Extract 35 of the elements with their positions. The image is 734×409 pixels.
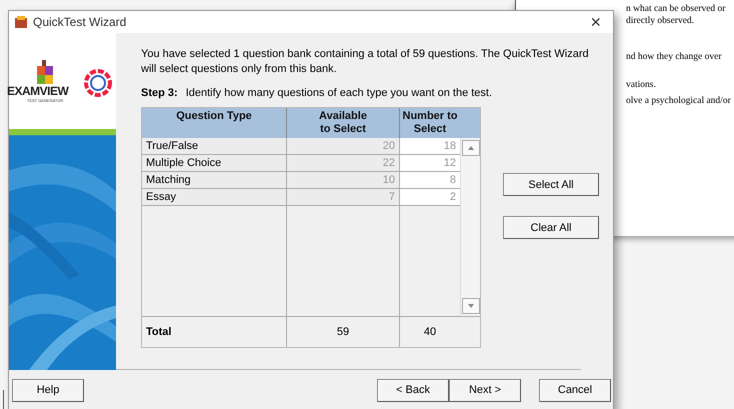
table-cell: Multiple Choice bbox=[142, 155, 287, 172]
document-text: olve a psychological and/or bbox=[626, 96, 731, 106]
table-cell: Essay bbox=[142, 189, 287, 206]
table-cell: 10 bbox=[287, 172, 400, 189]
footer-button[interactable]: Help bbox=[12, 378, 84, 402]
column-header: Number to Select bbox=[400, 108, 480, 138]
scroll-down-button[interactable] bbox=[462, 298, 480, 314]
side-button[interactable]: Select All bbox=[503, 173, 599, 196]
table-cell: 7 bbox=[287, 189, 400, 206]
logo-icon bbox=[35, 60, 55, 84]
table-cell: 22 bbox=[287, 155, 400, 172]
document-text: nd how they change over bbox=[626, 52, 722, 62]
step-instruction: Identify how many questions of each type you want on the test. bbox=[186, 87, 492, 99]
column-header: Available to Select bbox=[287, 108, 400, 138]
table-cell: 20 bbox=[287, 138, 400, 155]
logo-text: EXAMVIEW bbox=[7, 84, 68, 98]
app-icon bbox=[15, 16, 27, 28]
document-text: directly observed. bbox=[626, 16, 694, 26]
step-label: Step 3: bbox=[141, 87, 178, 99]
scroll-up-button[interactable] bbox=[462, 140, 480, 156]
table-cell: Matching bbox=[142, 172, 287, 189]
document-text: vations. bbox=[626, 80, 656, 90]
intro-text: You have selected 1 question bank containing a total of 59 questions. The QuickTest Wizard will select questions only from this bank. bbox=[141, 47, 590, 77]
footer-button[interactable]: < Back bbox=[377, 378, 449, 402]
table-cell: 59 bbox=[287, 316, 400, 347]
table-cell: True/False bbox=[142, 138, 287, 155]
column-header: Question Type bbox=[142, 108, 287, 138]
footer-button[interactable]: Cancel bbox=[539, 378, 611, 402]
footer-button[interactable]: Next > bbox=[449, 378, 521, 402]
lightbulb-icon bbox=[83, 69, 113, 99]
side-button[interactable]: Clear All bbox=[503, 216, 599, 239]
window-title: QuickTest Wizard bbox=[33, 15, 128, 29]
table-cell: Total bbox=[142, 316, 287, 347]
close-button[interactable]: × bbox=[590, 13, 601, 31]
document-text: n what can be observed or bbox=[626, 4, 726, 14]
